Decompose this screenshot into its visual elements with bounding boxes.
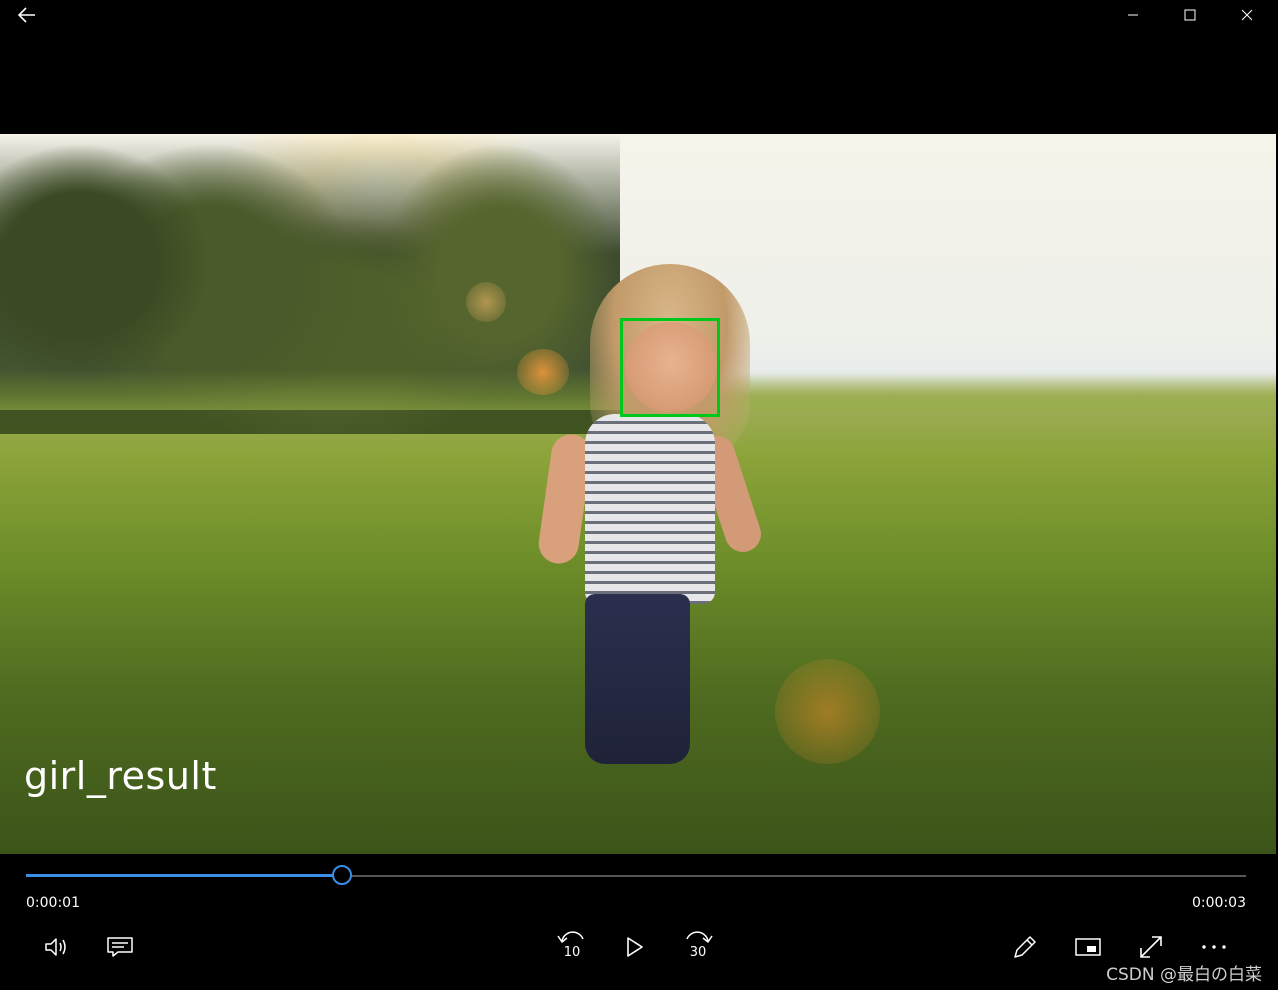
more-icon: [1202, 945, 1226, 949]
subtitles-icon: [107, 937, 133, 957]
minimize-button[interactable]: [1110, 0, 1156, 30]
total-time: 0:00:03: [1192, 895, 1246, 911]
minimize-icon: [1128, 14, 1138, 16]
mini-view-button[interactable]: [1068, 927, 1108, 967]
face-detection-box: [620, 318, 720, 417]
current-time: 0:00:01: [26, 895, 80, 911]
maximize-icon: [1184, 9, 1196, 21]
seek-thumb[interactable]: [332, 865, 353, 885]
video-title: girl_result: [24, 754, 217, 798]
fullscreen-icon: [1140, 936, 1162, 958]
skip-back-label: 10: [563, 945, 581, 960]
play-icon: [627, 937, 643, 957]
video-subject-shirt: [585, 414, 715, 604]
subtitles-button[interactable]: [100, 927, 140, 967]
skip-forward-button[interactable]: 30: [678, 927, 718, 967]
close-button[interactable]: [1224, 0, 1270, 30]
edit-button[interactable]: [1005, 927, 1045, 967]
lens-flare: [517, 349, 569, 395]
video-frame[interactable]: girl_result: [0, 134, 1276, 854]
lens-flare: [775, 659, 880, 764]
edit-pencil-icon: [1014, 936, 1036, 958]
seek-progress-fill: [26, 874, 344, 877]
volume-icon: [45, 938, 66, 956]
back-button[interactable]: [4, 0, 50, 30]
title-bar: [0, 0, 1278, 30]
play-button[interactable]: [615, 927, 655, 967]
volume-button[interactable]: [37, 927, 77, 967]
lens-flare: [466, 282, 506, 322]
skip-back-button[interactable]: 10: [552, 927, 592, 967]
video-subject-legs: [585, 594, 690, 764]
close-icon: [1241, 9, 1253, 21]
seek-bar[interactable]: [26, 865, 1246, 886]
maximize-button[interactable]: [1167, 0, 1213, 30]
arrow-left-icon: [18, 7, 35, 23]
watermark: CSDN @最白の白菜: [1106, 965, 1262, 985]
mini-view-icon: [1075, 938, 1101, 956]
skip-forward-label: 30: [689, 945, 707, 960]
